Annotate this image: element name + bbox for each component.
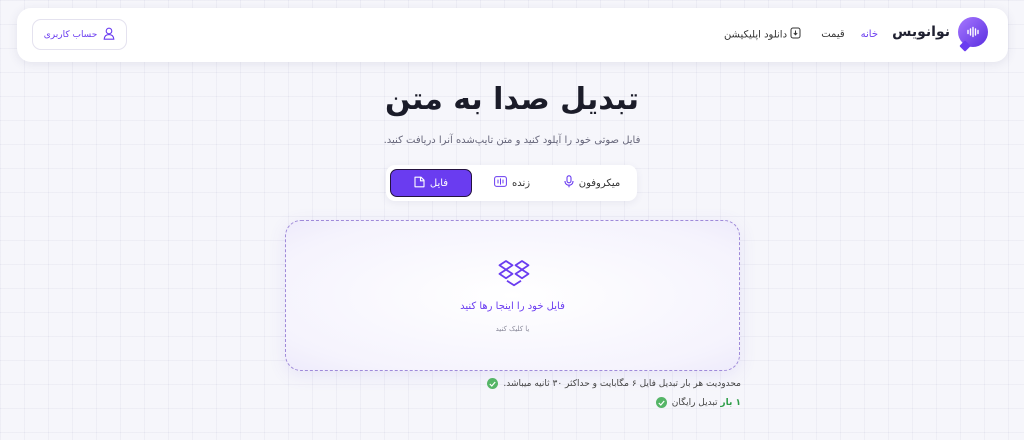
file-dropzone[interactable]: فایل خود را اینجا رها کنید یا کلیک کنید: [285, 220, 740, 371]
tab-microphone-label: میکروفون: [578, 177, 621, 189]
note-free-conversion: ۱ بار تبدیل رایگان: [655, 397, 741, 408]
note-free-conversion-text-wrap: ۱ بار تبدیل رایگان: [672, 398, 741, 408]
tab-microphone[interactable]: میکروفون: [552, 169, 632, 197]
account-button[interactable]: حساب کاربری: [32, 19, 127, 50]
page-subtitle: فایل صوتی خود را آپلود کنید و متن تایپ‌ش…: [383, 135, 641, 146]
nav-link-home[interactable]: خانه: [861, 29, 878, 40]
tab-file[interactable]: فایل: [390, 169, 472, 197]
note-size-limit-text: محدودیت هر بار تبدیل فایل ۶ مگابایت و حد…: [503, 378, 741, 389]
brand[interactable]: نوانویس: [892, 17, 988, 47]
tab-live[interactable]: زنده: [474, 169, 550, 197]
download-app-label: دانلود اپلیکیشن: [723, 29, 788, 41]
input-mode-tabs: میکروفون زنده فایل: [386, 165, 637, 201]
free-count: ۱ بار: [720, 397, 741, 408]
note-size-limit: محدودیت هر بار تبدیل فایل ۶ مگابایت و حد…: [487, 378, 741, 389]
download-icon: [790, 27, 801, 42]
account-label: حساب کاربری: [43, 29, 98, 40]
nav-links: خانه قیمت دانلود اپلیکیشن: [724, 27, 878, 42]
user-icon: [103, 27, 115, 43]
check-icon: [655, 397, 667, 408]
dropzone-subtext: یا کلیک کنید: [495, 325, 530, 333]
tab-live-label: زنده: [511, 177, 531, 189]
nav-link-download[interactable]: دانلود اپلیکیشن: [724, 27, 805, 42]
brand-logo-icon: [958, 17, 988, 47]
note-free-conversion-text: تبدیل رایگان: [671, 397, 721, 408]
microphone-icon: [564, 175, 574, 191]
brand-name: نوانویس: [892, 24, 950, 40]
nav-link-pricing[interactable]: قیمت: [821, 29, 844, 40]
page-title: تبدیل صدا به متن: [384, 82, 640, 117]
tab-file-label: فایل: [429, 177, 449, 189]
navbar: نوانویس خانه قیمت دانلود اپلیکیشن حساب ک…: [17, 8, 1008, 62]
check-icon: [487, 378, 499, 389]
waveform-icon: [494, 176, 507, 190]
dropzone-text: فایل خود را اینجا رها کنید: [460, 301, 565, 312]
dropbox-icon: [498, 259, 530, 293]
limits-notes: محدودیت هر بار تبدیل فایل ۶ مگابایت و حد…: [487, 378, 741, 408]
file-icon: [414, 176, 425, 191]
